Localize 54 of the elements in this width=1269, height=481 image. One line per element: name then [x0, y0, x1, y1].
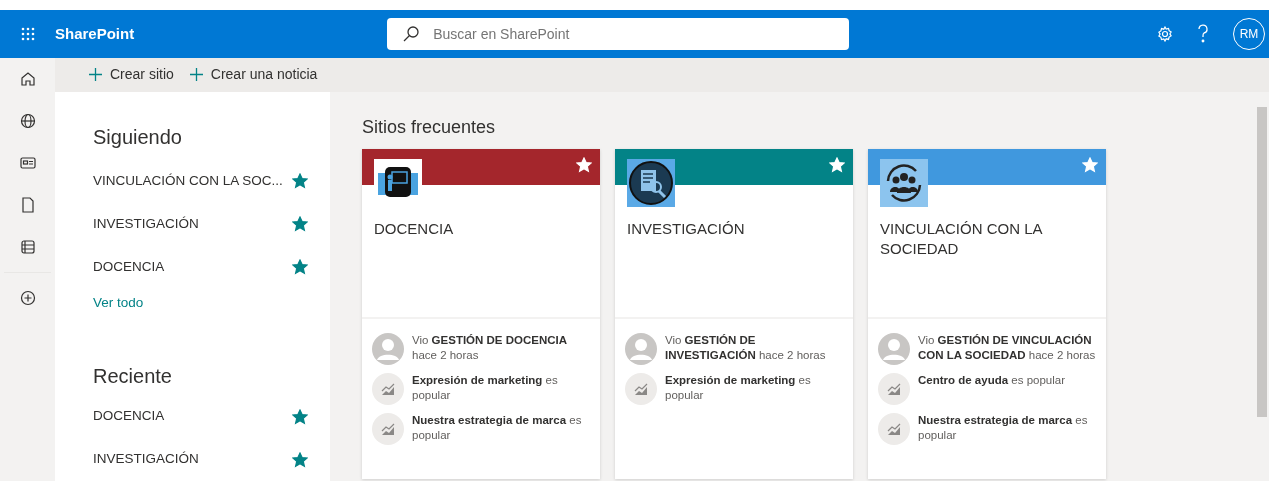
globe-icon[interactable]: [19, 113, 36, 129]
settings-icon[interactable]: [1157, 26, 1173, 42]
search-field[interactable]: Buscar en SharePoint: [387, 18, 850, 50]
app-launcher-icon[interactable]: [20, 27, 35, 41]
filled-star-icon[interactable]: [292, 408, 308, 425]
trending-icon: [372, 412, 404, 445]
activity-text: Centro de ayuda es popular: [918, 372, 1065, 388]
section-heading: Siguiendo: [93, 124, 183, 150]
home-icon[interactable]: [19, 71, 36, 87]
site-link[interactable]: INVESTIGACIÓN: [93, 214, 199, 235]
site-link[interactable]: DOCENCIA: [93, 257, 165, 278]
site-title: DOCENCIA: [373, 218, 455, 239]
document-search-icon: [627, 158, 675, 207]
filled-star-icon[interactable]: [292, 173, 308, 190]
filled-star-icon[interactable]: [292, 216, 308, 233]
filled-star-icon[interactable]: [292, 451, 308, 468]
site-title: INVESTIGACIÓN: [626, 218, 746, 239]
person-avatar-icon: [878, 332, 910, 365]
list-icon[interactable]: [19, 239, 36, 255]
activity-text: Vio GESTIÓN DE DOCENCIA hace 2 horas: [412, 332, 569, 363]
site-card[interactable]: VINCULACIÓN CON LA SOCIEDAD Vio GESTIÓN DE VINCULACIÓN CON LA SOCIEDAD hace 2 horas Centro de ayuda es popular Nuestra estrategia de marca es popular: [868, 148, 1106, 479]
see-all-link[interactable]: Ver todo: [93, 292, 144, 313]
people-icon: [880, 158, 928, 207]
file-icon[interactable]: [20, 197, 35, 213]
filled-star-icon[interactable]: [292, 259, 308, 276]
activity-text: Nuestra estrategia de marca es popular: [918, 412, 1089, 443]
site-link[interactable]: DOCENCIA: [93, 406, 165, 427]
trending-icon: [625, 372, 657, 405]
section-heading: Reciente: [93, 364, 173, 389]
activity-text: Vio GESTIÓN DE VINCULACIÓN CON LA SOCIEDAD hace 2 horas: [918, 332, 1096, 363]
trending-icon: [878, 412, 910, 445]
plus-icon: [89, 68, 102, 82]
site-card[interactable]: INVESTIGACIÓN Vio GESTIÓN DE INVESTIGACIÓN hace 2 horas Expresión de marketing es popular: [615, 148, 853, 479]
activity-text: Nuestra estrategia de marca es popular: [412, 412, 583, 443]
command-button[interactable]: Crear sitio: [85, 63, 178, 87]
activity-text: Vio GESTIÓN DE INVESTIGACIÓN hace 2 horas: [665, 332, 827, 363]
help-icon[interactable]: [1197, 24, 1209, 44]
activity-text: Expresión de marketing es popular: [412, 372, 559, 403]
add-icon[interactable]: [19, 290, 36, 306]
person-avatar-icon: [625, 332, 657, 365]
command-button[interactable]: Crear una noticia: [185, 63, 322, 87]
site-card[interactable]: DOCENCIA Vio GESTIÓN DE DOCENCIA hace 2 horas Expresión de marketing es popular Nuestra estrategia de marca es popular: [362, 148, 600, 479]
site-link[interactable]: INVESTIGACIÓN: [93, 449, 199, 470]
person-avatar-icon: [372, 332, 404, 365]
trending-icon: [878, 372, 910, 405]
site-link[interactable]: VINCULACIÓN CON LA SOC...: [93, 171, 283, 192]
activity-text: Expresión de marketing es popular: [665, 372, 812, 403]
site-title: VINCULACIÓN CON LA SOCIEDAD: [879, 218, 1044, 259]
section-heading: Sitios frecuentes: [362, 115, 497, 139]
app-title[interactable]: SharePoint: [55, 22, 135, 46]
news-icon[interactable]: [19, 156, 36, 170]
trending-icon: [372, 372, 404, 405]
plus-icon: [189, 68, 203, 82]
scrollbar-thumb[interactable]: [1257, 106, 1267, 417]
